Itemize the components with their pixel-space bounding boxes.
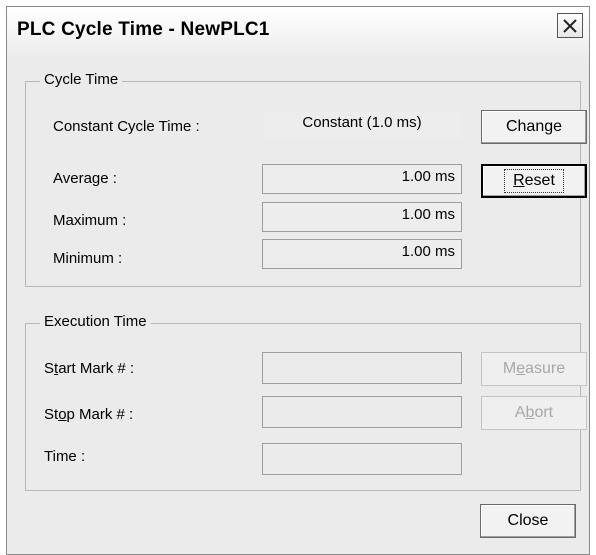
dialog-window: PLC Cycle Time - NewPLC1 Cycle Time Cons…	[6, 6, 590, 555]
time-value	[262, 443, 462, 475]
change-button[interactable]: Change	[481, 110, 587, 144]
close-icon	[563, 18, 577, 33]
minimum-value: 1.00 ms	[262, 239, 462, 269]
constant-cycle-time-value: Constant (1.0 ms)	[262, 110, 462, 140]
average-value: 1.00 ms	[262, 164, 462, 194]
title-bar[interactable]: PLC Cycle Time - NewPLC1	[7, 7, 589, 57]
cycle-time-legend: Cycle Time	[40, 71, 123, 88]
maximum-label: Maximum :	[53, 212, 127, 229]
start-mark-input[interactable]	[262, 352, 462, 384]
constant-cycle-time-label: Constant Cycle Time :	[53, 118, 200, 135]
reset-button-label: Reset	[504, 169, 564, 193]
start-mark-label: Start Mark # :	[44, 360, 135, 377]
stop-mark-input[interactable]	[262, 396, 462, 428]
execution-time-group: Execution Time Start Mark # : Me asure St…	[25, 313, 587, 491]
maximum-value: 1.00 ms	[262, 202, 462, 232]
measure-button[interactable]: Me asure	[481, 352, 587, 386]
window-title: PLC Cycle Time - NewPLC1	[17, 19, 270, 40]
reset-button[interactable]: Reset	[481, 164, 587, 198]
abort-button[interactable]: Ab ort	[481, 396, 587, 430]
minimum-label: Minimum :	[53, 250, 123, 267]
average-label: Average :	[53, 170, 117, 187]
stop-mark-label: Stop Mark # :	[44, 406, 134, 423]
cycle-time-group: Cycle Time Constant Cycle Time : Constan…	[25, 71, 587, 287]
close-button[interactable]: Close	[480, 504, 576, 538]
window-close-button[interactable]	[557, 13, 583, 38]
time-label: Time :	[44, 448, 86, 465]
execution-time-legend: Execution Time	[40, 313, 151, 330]
